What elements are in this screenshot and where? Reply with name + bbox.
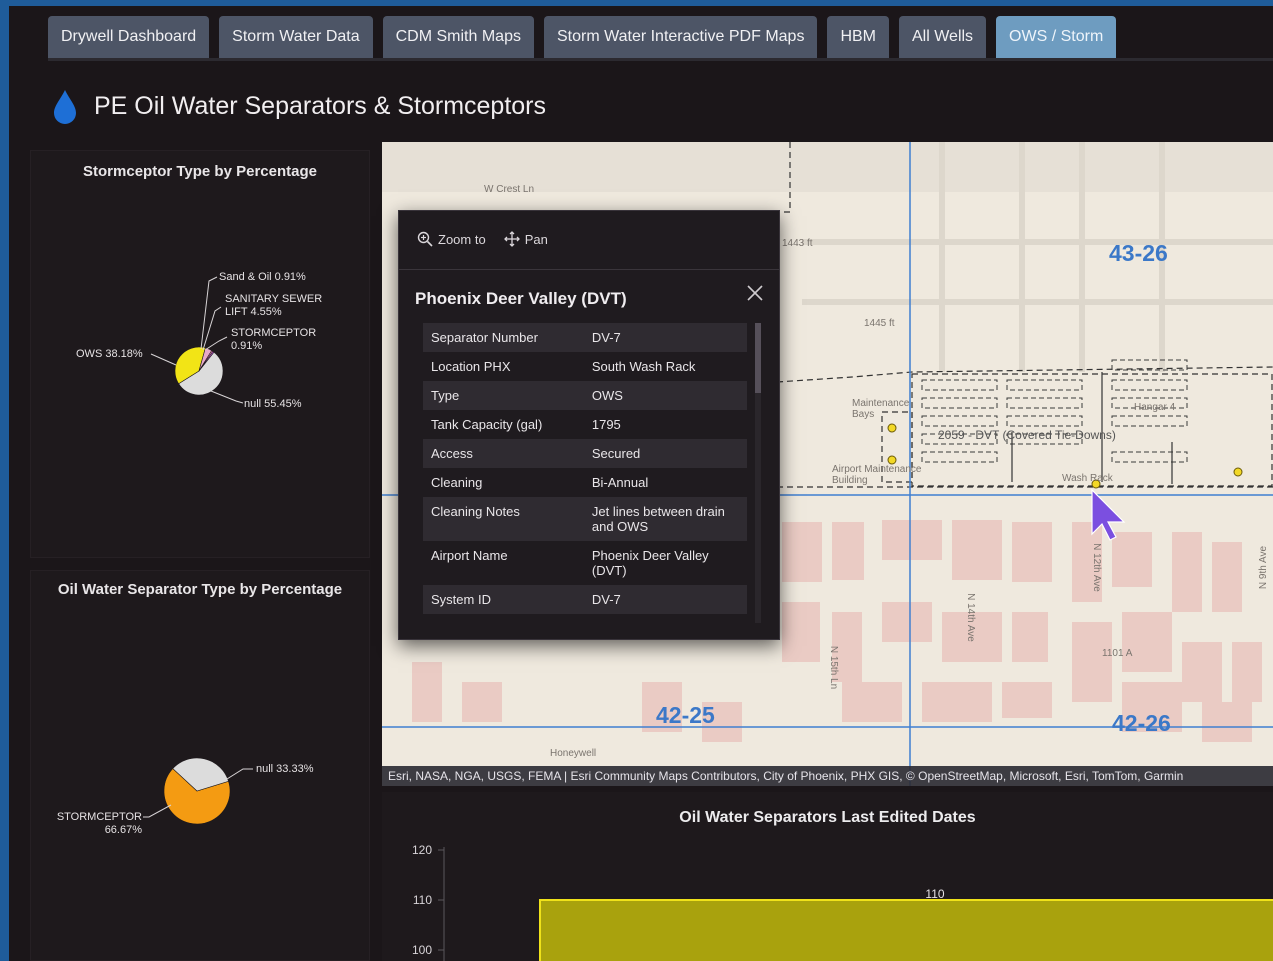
map-grid-label: 42-25 [656, 702, 715, 728]
bar-chart: 120 110 100 110 [412, 843, 1273, 961]
attribute-key: Separator Number [431, 330, 538, 345]
pie-label-sanitary-sewer: SANITARY SEWER LIFT 4.55% [225, 293, 323, 318]
table-row: Access Secured [423, 439, 747, 468]
attribute-table: Separator Number DV-7 Location PHX South W… [423, 323, 747, 614]
stormceptor-chart-panel: Stormceptor Type by Percentage Sand & Oi… [30, 150, 370, 558]
popup-title: Phoenix Deer Valley (DVT) [415, 289, 627, 308]
screen-edge-top [0, 0, 1273, 6]
map-grid-label: 42-26 [1112, 710, 1171, 736]
zoom-to-button[interactable]: Zoom to [417, 231, 486, 247]
screen-edge [0, 0, 9, 961]
pan-icon [503, 231, 520, 247]
map-label: Honeywell [550, 748, 597, 759]
attribute-key: Cleaning [431, 475, 483, 490]
popup-scrollbar[interactable] [755, 323, 761, 623]
map-label: Wash Rack [1062, 473, 1113, 484]
ows-chart-panel: Oil Water Separator Type by Percentage n… [30, 570, 370, 961]
attribute-key: Access [431, 446, 473, 461]
last-edited-chart-panel: Oil Water Separators Last Edited Dates 1… [382, 792, 1273, 961]
pan-button[interactable]: Pan [503, 231, 548, 247]
map-label: 1445 ft [864, 318, 895, 329]
popup-actions: Zoom to Pan [417, 231, 548, 247]
page-title: PE Oil Water Separators & Stormceptors [94, 91, 547, 120]
pie-label-null: null 33.33% [256, 763, 314, 775]
tab-all-wells[interactable]: All Wells [899, 16, 987, 58]
tab-hbm[interactable]: HBM [827, 16, 889, 58]
tab-bar-divider [48, 58, 1273, 61]
map-label: Airport Maintenance Building [832, 464, 922, 486]
pie-label-null: null 55.45% [244, 398, 302, 410]
attribute-value: DV-7 [591, 330, 621, 345]
y-tick-label: 110 [413, 893, 432, 907]
close-icon[interactable] [745, 283, 765, 303]
table-row: Tank Capacity (gal) 1795 [423, 410, 747, 439]
table-row: Airport Name Phoenix Deer Valley (DVT) [423, 541, 747, 585]
map-label: Maintenance Bays [852, 398, 910, 420]
pie-label-sand-oil: Sand & Oil 0.91% [219, 271, 306, 283]
pan-label: Pan [524, 231, 548, 247]
attribute-value: OWS [591, 388, 623, 403]
map-label: Hangar 4 [1134, 402, 1176, 413]
attribute-value: Jet lines between drain and OWS [591, 504, 725, 534]
attribute-value: Phoenix Deer Valley (DVT) [591, 548, 709, 578]
feature-popup: Zoom to Pan Phoenix Deer Valley (DVT) Se… [398, 210, 780, 640]
zoom-in-icon [417, 231, 433, 247]
map-label: N 9th Ave [1258, 545, 1270, 590]
map-label: 1101 A [1102, 648, 1133, 659]
tab-bar: Drywell Dashboard Storm Water Data CDM S… [48, 8, 1117, 58]
map-attribution: Esri, NASA, NGA, USGS, FEMA | Esri Commu… [382, 766, 1273, 786]
popup-divider [399, 269, 779, 270]
map-label: W Crest Ln [484, 184, 535, 195]
attribute-key: System ID [431, 592, 491, 607]
map-label: N 12th Ave [1090, 543, 1102, 592]
map-grid-label: 43-26 [1109, 240, 1168, 266]
table-row: System ID DV-7 [423, 585, 747, 614]
map-label: 2059 - DVT (Covered Tie-Downs) [938, 428, 1116, 442]
bar-data-label: 110 [925, 887, 944, 901]
tab-storm-water-pdf-maps[interactable]: Storm Water Interactive PDF Maps [543, 16, 818, 58]
tab-cdm-smith-maps[interactable]: CDM Smith Maps [382, 16, 534, 58]
pie-label-stormceptor: STORMCEPTOR 0.91% [231, 327, 317, 352]
attribute-key: Cleaning Notes [431, 504, 520, 519]
pie-label-stormceptor: STORMCEPTOR 66.67% [56, 811, 142, 836]
y-tick-label: 120 [412, 843, 432, 857]
attribute-key: Tank Capacity (gal) [431, 417, 543, 432]
attribute-value: DV-7 [591, 592, 621, 607]
table-row: Type OWS [423, 381, 747, 410]
attribute-key: Type [431, 388, 460, 403]
table-row: Cleaning Notes Jet lines between drain an… [423, 497, 747, 541]
bar[interactable] [539, 899, 1273, 961]
attribute-value: Secured [591, 446, 641, 461]
attribute-key: Location PHX [431, 359, 511, 374]
map-label: N 14th Ave [964, 593, 976, 642]
attribute-value: Bi-Annual [591, 475, 649, 490]
attribute-value: South Wash Rack [591, 359, 696, 374]
map-label: 1443 ft [782, 238, 813, 249]
table-row: Location PHX South Wash Rack [423, 352, 747, 381]
tab-drywell-dashboard[interactable]: Drywell Dashboard [48, 16, 210, 58]
pie-label-ows: OWS 38.18% [76, 348, 143, 360]
attribute-key: Airport Name [431, 548, 508, 563]
tab-ows-storm[interactable]: OWS / Storm [996, 16, 1117, 58]
y-tick-label: 100 [412, 943, 432, 957]
scrollbar-thumb[interactable] [755, 323, 761, 393]
map-label: N 15th Ln [828, 645, 840, 690]
zoom-to-label: Zoom to [438, 231, 486, 247]
water-drop-icon [54, 90, 76, 124]
table-row: Cleaning Bi-Annual [423, 468, 747, 497]
page-header: PE Oil Water Separators & Stormceptors [52, 84, 546, 128]
table-row: Separator Number DV-7 [423, 323, 747, 352]
tab-storm-water-data[interactable]: Storm Water Data [219, 16, 373, 58]
attribute-value: 1795 [591, 417, 621, 432]
pie-chart-ows [143, 757, 253, 825]
